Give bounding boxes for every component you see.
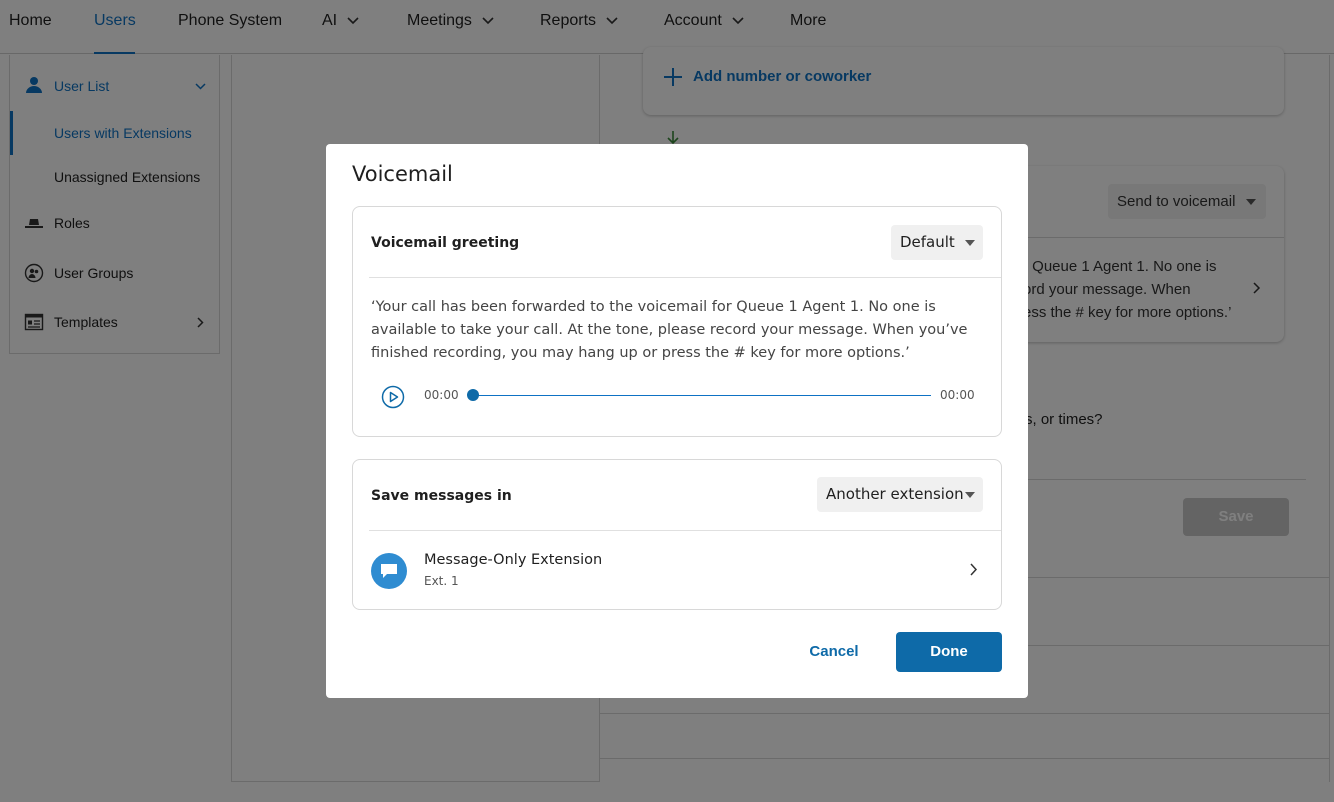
play-icon[interactable] xyxy=(381,385,405,409)
extension-name: Message-Only Extension xyxy=(424,552,603,568)
player-progress-track[interactable] xyxy=(473,395,931,396)
caret-down-icon xyxy=(965,240,975,246)
dialog-title: Voicemail xyxy=(352,162,453,186)
voicemail-dialog: Voicemail Voicemail greeting Default ‘Yo… xyxy=(326,144,1028,698)
save-messages-panel: Save messages in Another extension Messa… xyxy=(352,459,1002,610)
done-button-label: Done xyxy=(930,643,968,660)
caret-down-icon xyxy=(965,492,975,498)
divider xyxy=(369,277,1001,278)
cancel-button[interactable]: Cancel xyxy=(796,632,872,672)
greeting-select-value: Default xyxy=(900,233,955,251)
voicemail-greeting-heading: Voicemail greeting xyxy=(371,235,520,251)
voicemail-greeting-panel: Voicemail greeting Default ‘Your call ha… xyxy=(352,206,1002,437)
save-location-select[interactable]: Another extension xyxy=(817,477,983,512)
extension-number: Ext. 1 xyxy=(424,574,459,588)
player-progress-knob[interactable] xyxy=(467,389,479,401)
greeting-select[interactable]: Default xyxy=(891,225,983,260)
message-bubble-icon xyxy=(381,564,397,578)
greeting-text: ‘Your call has been forwarded to the voi… xyxy=(371,299,968,361)
save-messages-heading: Save messages in xyxy=(371,488,512,504)
cancel-button-label: Cancel xyxy=(809,643,859,660)
player-current-time: 00:00 xyxy=(424,388,459,402)
extension-row[interactable]: Message-Only Extension Ext. 1 xyxy=(353,531,1001,609)
done-button[interactable]: Done xyxy=(896,632,1002,672)
message-extension-avatar xyxy=(371,553,407,589)
save-location-select-value: Another extension xyxy=(826,485,964,503)
chevron-right-icon xyxy=(970,563,978,576)
player-total-time: 00:00 xyxy=(940,388,975,402)
